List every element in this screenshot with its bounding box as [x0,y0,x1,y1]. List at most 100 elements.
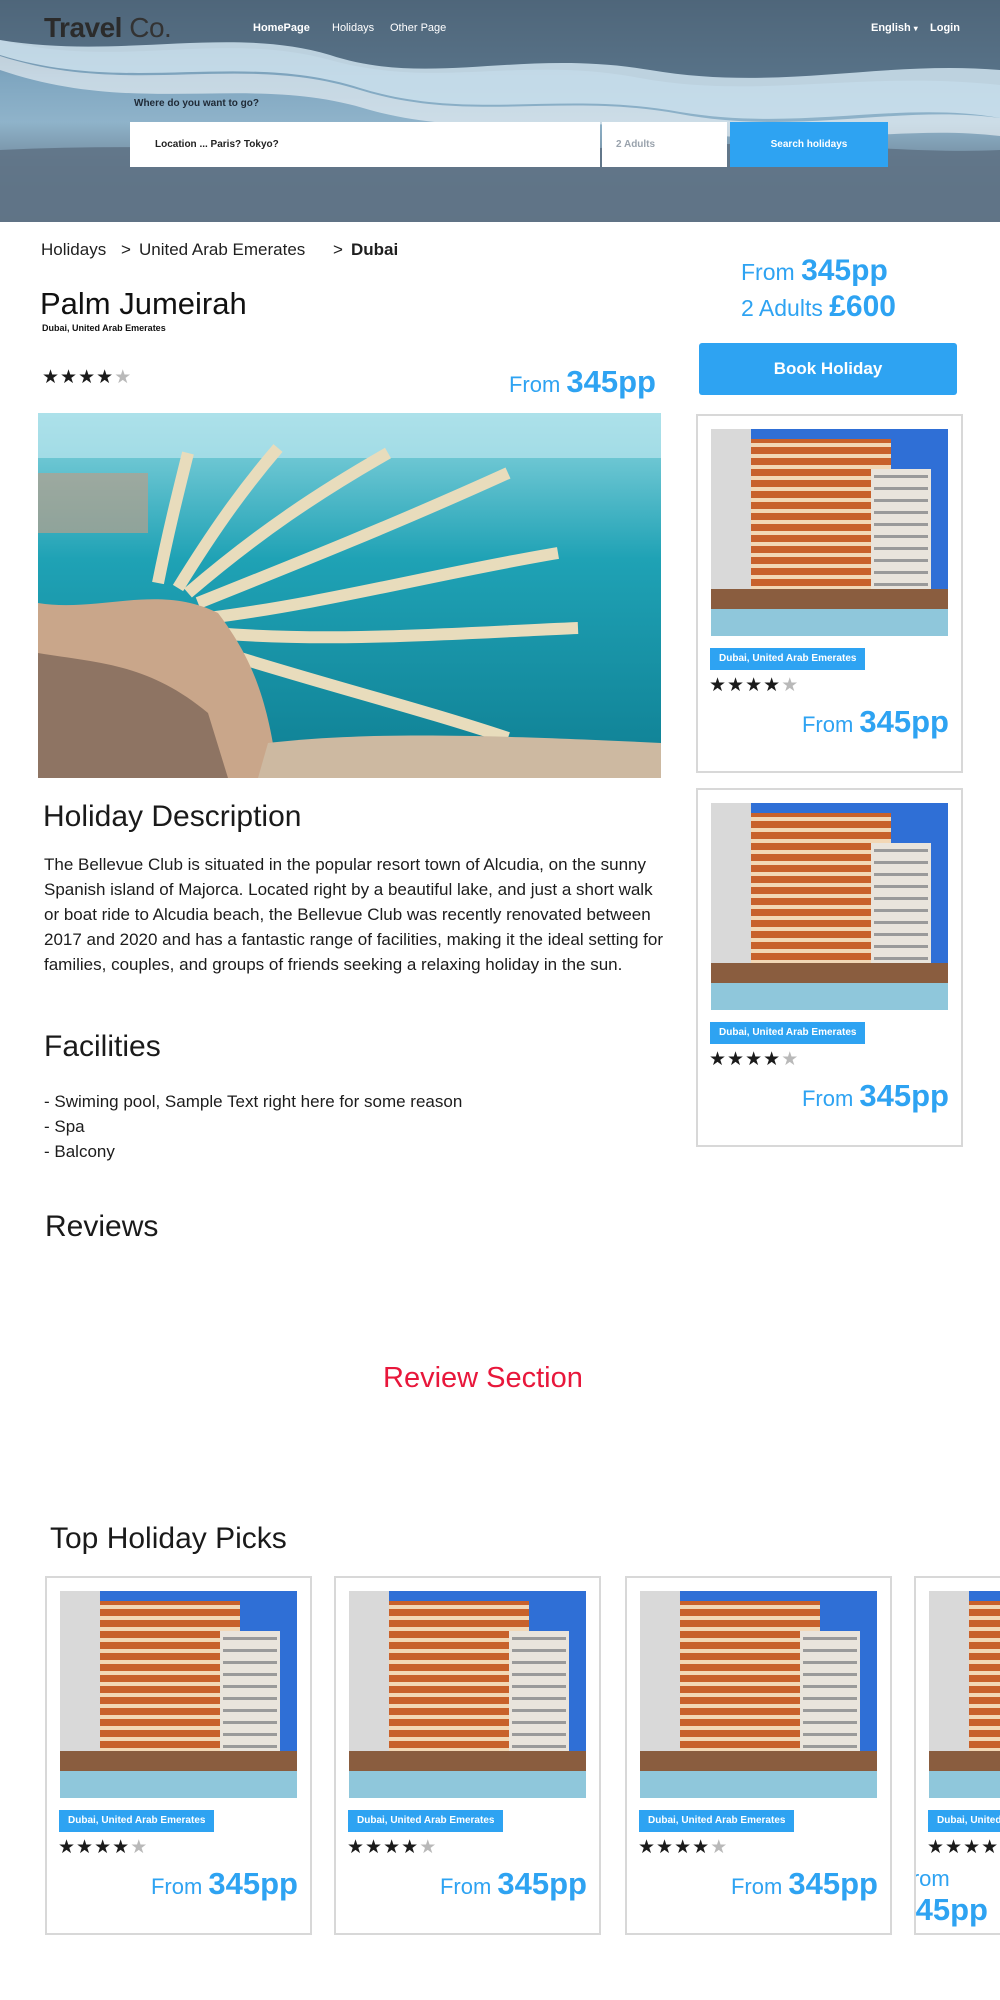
star-filled-icon: ★ [401,1837,420,1858]
facility-item: - Swiming pool, Sample Text right here f… [44,1092,463,1111]
star-filled-icon: ★ [763,1049,782,1070]
star-filled-icon: ★ [763,675,782,696]
price-prefix: From [801,712,854,737]
logo-suffix: Co. [129,12,172,43]
star-filled-icon: ★ [727,675,746,696]
side-total-price: 2 Adults £600 [741,290,896,324]
nav-homepage[interactable]: HomePage [253,22,310,34]
star-filled-icon: ★ [76,1837,95,1858]
card-rating: ★★★★★ [927,1836,1000,1859]
price-prefix: From [801,1086,854,1111]
hotel-price: From 345pp [509,364,656,400]
location-badge: Dubai, United Arab Emerates [59,1810,215,1832]
search-holidays-button[interactable]: Search holidays [730,122,888,167]
top-pick-card[interactable]: Dubai, United Arab Emerates ★★★★★ From 3… [45,1576,312,1935]
adults-input[interactable]: 2 Adults [602,122,727,167]
card-rating: ★★★★★ [709,674,799,697]
side-from-price: From 345pp [741,254,888,288]
location-badge: Dubai, United Arab Emerates [928,1810,1000,1832]
top-pick-card[interactable]: Dubai, United Arab Emerates ★★★★★ From 3… [625,1576,892,1935]
star-filled-icon: ★ [727,1049,746,1070]
hotel-image [929,1591,1000,1798]
card-price: From 345pp [916,1866,988,1928]
star-filled-icon: ★ [927,1837,946,1858]
login-link[interactable]: Login [930,22,960,34]
location-badge: Dubai, United Arab Emerates [710,648,866,670]
description-heading: Holiday Description [43,800,302,833]
price-value: 345pp [208,1866,298,1901]
hero-banner: Travel Co. HomePage Holidays Other Page … [0,0,1000,222]
star-filled-icon: ★ [58,1837,77,1858]
hotel-image-frame [711,429,948,636]
description-text: The Bellevue Club is situated in the pop… [44,855,664,974]
review-section-placeholder: Review Section [383,1362,583,1394]
star-filled-icon: ★ [383,1837,402,1858]
location-input[interactable]: Location ... Paris? Tokyo? [130,122,600,167]
hotel-main-image [38,413,661,778]
breadcrumb-separator: > [121,240,131,259]
location-badge: Dubai, United Arab Emerates [348,1810,504,1832]
star-empty-icon: ★ [781,675,800,696]
hotel-image [711,803,948,1010]
hotel-image [60,1591,297,1798]
hotel-image-frame [711,803,948,1010]
adults-label: 2 Adults [741,295,823,321]
star-empty-icon: ★ [419,1837,438,1858]
language-selector[interactable]: English ▾ [871,22,918,34]
hotel-image-frame [640,1591,877,1798]
price-prefix: From [741,259,795,285]
price-value: 345pp [788,1866,878,1901]
breadcrumb-holidays[interactable]: Holidays [41,240,106,260]
price-value: 345pp [859,704,949,739]
star-empty-icon: ★ [114,367,133,388]
price-prefix: From [508,372,561,397]
price-value: 345pp [497,1866,587,1901]
star-filled-icon: ★ [709,1049,728,1070]
star-empty-icon: ★ [130,1837,149,1858]
logo-text: Travel [44,12,122,43]
price-value: 345pp [566,364,656,399]
card-price: From 345pp [731,1866,878,1902]
logo[interactable]: Travel Co. [44,12,172,44]
hotel-image-frame [349,1591,586,1798]
star-empty-icon: ★ [781,1049,800,1070]
nav-holidays[interactable]: Holidays [332,22,374,34]
price-value: 345pp [859,1078,949,1113]
price-value: 345pp [801,254,888,287]
language-label: English [871,22,911,34]
breadcrumb-current: Dubai [351,240,399,259]
card-price: From 345pp [802,704,949,740]
side-holiday-card[interactable]: Dubai, United Arab Emerates ★★★★★ From 3… [696,414,963,773]
top-pick-card[interactable]: Dubai, United Arab Emerates ★★★★★ From 3… [334,1576,601,1935]
star-filled-icon: ★ [709,675,728,696]
card-rating: ★★★★★ [709,1048,799,1071]
star-filled-icon: ★ [112,1837,131,1858]
hotel-rating: ★★★★★ [42,366,132,389]
hotel-image-frame [929,1591,1000,1798]
breadcrumb-country[interactable]: United Arab Emerates [139,240,305,260]
card-rating: ★★★★★ [58,1836,148,1859]
star-filled-icon: ★ [692,1837,711,1858]
card-price: From 345pp [151,1866,298,1902]
top-pick-card[interactable]: Dubai, United Arab Emerates ★★★★★ From 3… [914,1576,1000,1935]
location-badge: Dubai, United Arab Emerates [710,1022,866,1044]
star-filled-icon: ★ [981,1837,1000,1858]
star-filled-icon: ★ [745,1049,764,1070]
star-empty-icon: ★ [710,1837,729,1858]
price-prefix: From [439,1874,492,1899]
star-filled-icon: ★ [945,1837,964,1858]
palm-island-image [38,413,661,778]
nav-other-page[interactable]: Other Page [390,22,446,34]
top-picks-heading: Top Holiday Picks [50,1522,287,1555]
hotel-location: Dubai, United Arab Emerates [42,323,166,333]
star-filled-icon: ★ [78,367,97,388]
page-title: Palm Jumeirah [40,286,247,321]
facility-item: - Balcony [44,1142,115,1161]
star-filled-icon: ★ [963,1837,982,1858]
star-filled-icon: ★ [60,367,79,388]
side-holiday-card[interactable]: Dubai, United Arab Emerates ★★★★★ From 3… [696,788,963,1147]
price-prefix: From [916,1866,950,1891]
book-holiday-button[interactable]: Book Holiday [699,343,957,395]
reviews-heading: Reviews [45,1210,159,1243]
total-price-value: £600 [829,290,896,323]
